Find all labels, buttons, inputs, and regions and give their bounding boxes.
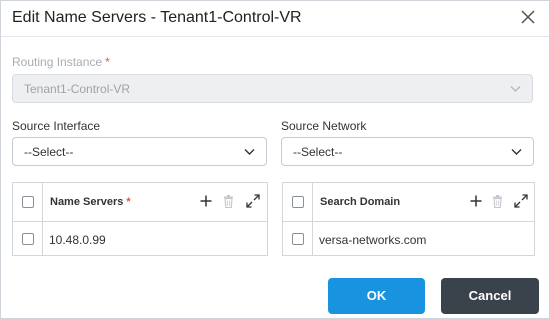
required-mark: * bbox=[126, 196, 131, 208]
source-network-label: Source Network bbox=[281, 119, 367, 133]
table-row[interactable]: versa-networks.com bbox=[283, 222, 534, 257]
name-servers-header-row: Name Servers * bbox=[13, 183, 267, 222]
cancel-button[interactable]: Cancel bbox=[441, 278, 539, 314]
row-checkbox[interactable] bbox=[292, 233, 304, 245]
search-domain-header: Search Domain bbox=[320, 196, 401, 208]
table-row[interactable]: 10.48.0.99 bbox=[13, 222, 267, 257]
source-network-value: --Select-- bbox=[293, 145, 343, 159]
search-domain-table: Search Domain versa-networks.com bbox=[282, 182, 535, 256]
routing-instance-value: Tenant1-Control-VR bbox=[24, 82, 131, 96]
source-network-select[interactable]: --Select-- bbox=[281, 137, 534, 166]
name-servers-header-text: Name Servers bbox=[50, 196, 124, 208]
name-server-value: 10.48.0.99 bbox=[49, 233, 106, 247]
chevron-down-icon bbox=[511, 149, 522, 155]
plus-icon[interactable] bbox=[470, 195, 482, 207]
source-interface-select[interactable]: --Select-- bbox=[12, 137, 267, 166]
name-servers-header: Name Servers * bbox=[50, 196, 131, 208]
expand-icon[interactable] bbox=[246, 194, 260, 208]
plus-icon[interactable] bbox=[200, 195, 212, 207]
routing-instance-label: Routing Instance * bbox=[12, 55, 110, 69]
trash-icon[interactable] bbox=[223, 195, 234, 208]
dialog-header: Edit Name Servers - Tenant1-Control-VR bbox=[1, 1, 549, 37]
name-servers-table: Name Servers * 10.48.0.99 bbox=[12, 182, 268, 256]
select-all-checkbox[interactable] bbox=[292, 196, 304, 208]
source-interface-label: Source Interface bbox=[12, 119, 101, 133]
required-mark: * bbox=[105, 55, 110, 69]
dialog-title: Edit Name Servers - Tenant1-Control-VR bbox=[12, 9, 302, 26]
routing-instance-select: Tenant1-Control-VR bbox=[12, 74, 533, 103]
select-all-checkbox[interactable] bbox=[22, 196, 34, 208]
trash-icon[interactable] bbox=[492, 195, 503, 208]
routing-instance-label-text: Routing Instance bbox=[12, 55, 103, 69]
chevron-down-icon bbox=[510, 86, 521, 92]
search-domain-header-row: Search Domain bbox=[283, 183, 534, 222]
expand-icon[interactable] bbox=[514, 194, 528, 208]
ok-button[interactable]: OK bbox=[328, 278, 425, 314]
edit-name-servers-dialog: Edit Name Servers - Tenant1-Control-VR R… bbox=[0, 0, 550, 319]
chevron-down-icon bbox=[244, 149, 255, 155]
search-domain-value: versa-networks.com bbox=[319, 233, 427, 247]
row-checkbox[interactable] bbox=[22, 233, 34, 245]
close-icon[interactable] bbox=[519, 8, 537, 26]
source-interface-value: --Select-- bbox=[24, 145, 74, 159]
